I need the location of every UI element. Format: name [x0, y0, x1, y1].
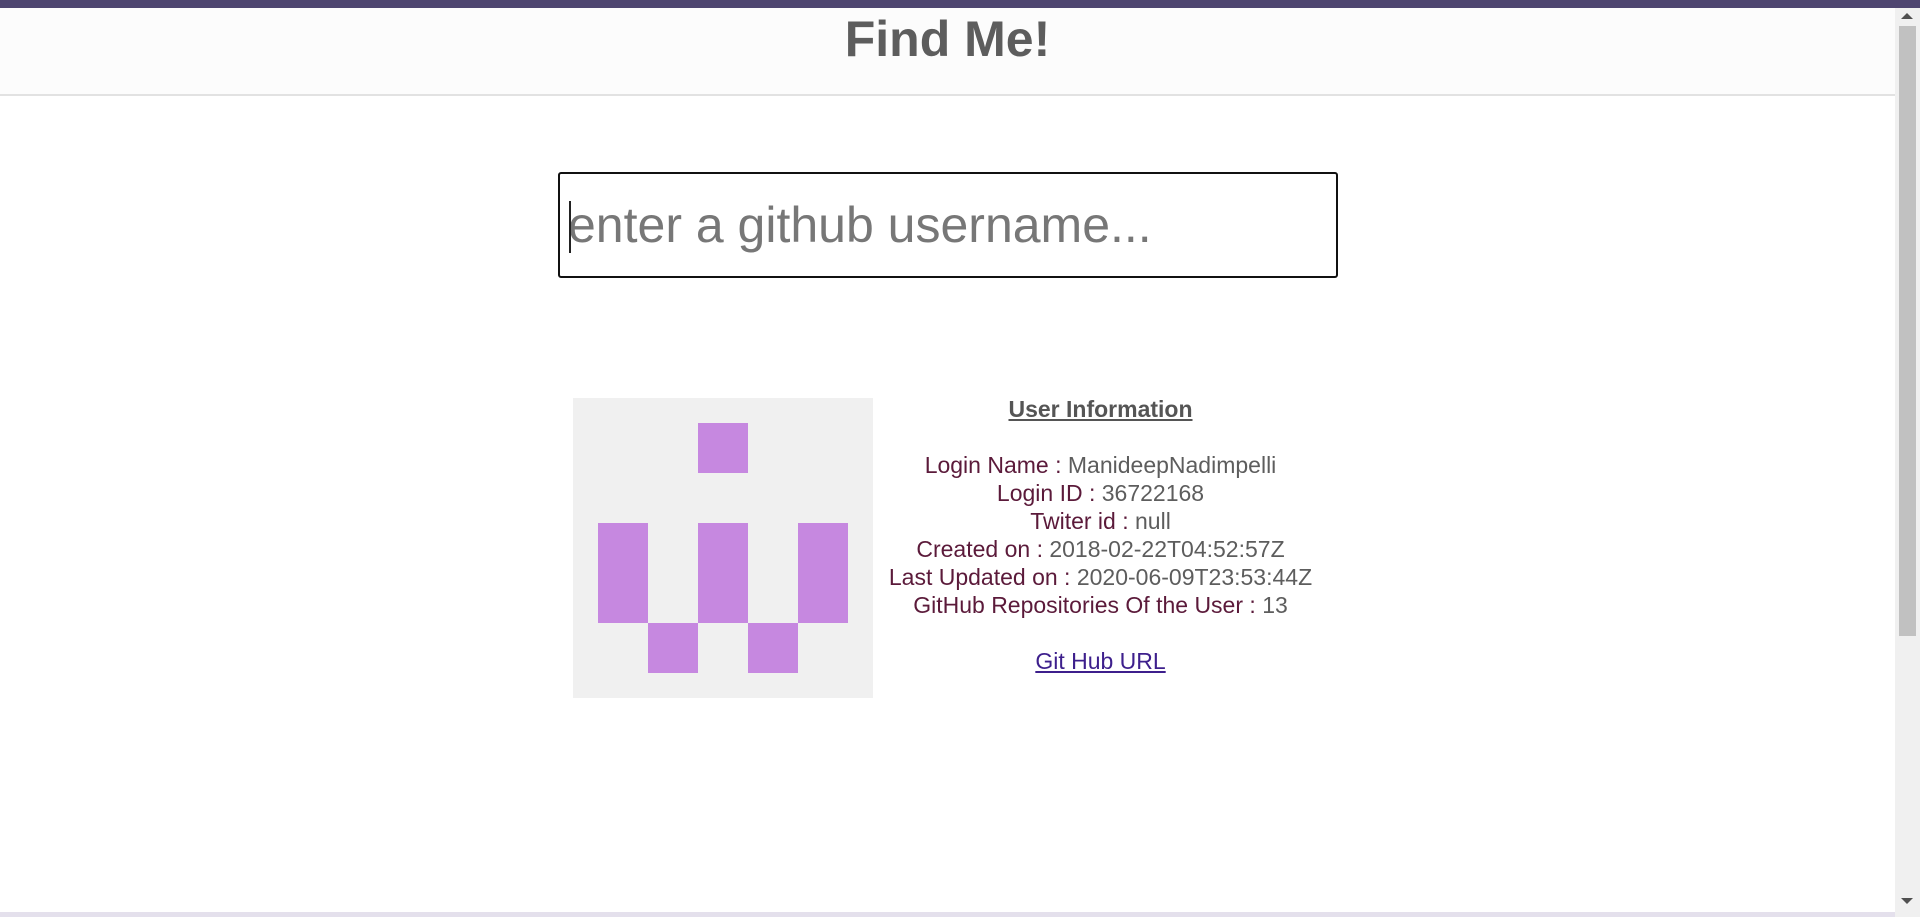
avatar-pixel [748, 623, 798, 673]
avatar-pixel [698, 523, 748, 623]
login-name-row: Login Name : ManideepNadimpelli [873, 451, 1328, 479]
login-id-row: Login ID : 36722168 [873, 479, 1328, 507]
avatar [573, 398, 873, 698]
top-accent-bar [0, 0, 1920, 8]
login-id-label: Login ID : [996, 480, 1102, 506]
twitter-id-row: Twiter id : null [873, 507, 1328, 535]
page-header: Find Me! [0, 8, 1895, 96]
last-updated-label: Last Updated on : [888, 564, 1077, 590]
repo-count-value: 13 [1262, 592, 1288, 618]
search-box[interactable] [558, 172, 1338, 278]
last-updated-value: 2020-06-09T23:53:44Z [1076, 564, 1313, 590]
scroll-up-icon[interactable] [1901, 13, 1913, 19]
created-on-value: 2018-02-22T04:52:57Z [1049, 536, 1285, 562]
text-caret [569, 201, 571, 253]
user-info-panel: User Information Login Name : ManideepNa… [873, 395, 1328, 675]
login-name-value: ManideepNadimpelli [1067, 452, 1277, 478]
page-title: Find Me! [844, 11, 1051, 67]
bottom-strip [0, 912, 1895, 917]
avatar-pixel [648, 623, 698, 673]
twitter-id-value: null [1135, 508, 1171, 534]
avatar-pixel [698, 423, 748, 473]
user-info-title: User Information [1008, 396, 1193, 422]
created-on-row: Created on : 2018-02-22T04:52:57Z [873, 535, 1328, 563]
twitter-id-label: Twiter id : [1030, 508, 1135, 534]
avatar-pixel [598, 523, 648, 623]
repo-count-label: GitHub Repositories Of the User : [913, 592, 1263, 618]
search-input[interactable] [560, 174, 1336, 276]
scrollbar-thumb[interactable] [1899, 26, 1916, 636]
avatar-pixel [798, 523, 848, 623]
created-on-label: Created on : [916, 536, 1050, 562]
github-url-link[interactable]: Git Hub URL [1035, 648, 1165, 674]
repo-count-row: GitHub Repositories Of the User : 13 [873, 591, 1328, 619]
login-id-value: 36722168 [1101, 480, 1205, 506]
login-name-label: Login Name : [924, 452, 1068, 478]
last-updated-row: Last Updated on : 2020-06-09T23:53:44Z [873, 563, 1328, 591]
scroll-down-icon[interactable] [1901, 898, 1913, 904]
